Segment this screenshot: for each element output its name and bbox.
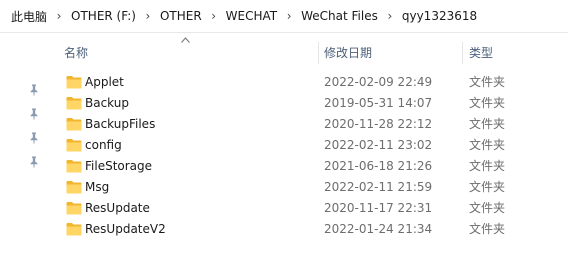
column-divider[interactable] (462, 42, 463, 64)
file-type: 文件夹 (469, 96, 506, 110)
pin-icon[interactable] (24, 128, 44, 148)
pin-icon[interactable] (24, 104, 44, 124)
folder-icon (66, 117, 82, 131)
file-date: 2021-06-18 21:26 (324, 159, 433, 173)
folder-icon (66, 222, 82, 236)
file-date: 2022-02-09 22:49 (324, 75, 433, 89)
file-date: 2020-11-17 22:31 (324, 201, 433, 215)
file-date: 2020-11-28 22:12 (324, 117, 433, 131)
breadcrumb: 此电脑 › OTHER (F:) › OTHER › WECHAT › WeCh… (0, 0, 568, 33)
folder-icon (66, 75, 82, 89)
file-type: 文件夹 (469, 75, 506, 89)
file-date: 2022-01-24 21:34 (324, 222, 433, 236)
folder-icon (66, 159, 82, 173)
pin-icon[interactable] (24, 152, 44, 172)
folder-icon (66, 180, 82, 194)
file-type: 文件夹 (469, 117, 506, 131)
breadcrumb-wechat[interactable]: WECHAT (226, 9, 277, 23)
column-divider[interactable] (318, 42, 319, 64)
file-name: BackupFiles (85, 117, 156, 131)
breadcrumb-current-folder[interactable]: qyy1323618 (402, 9, 477, 23)
file-type: 文件夹 (469, 159, 506, 173)
breadcrumb-wechat-files[interactable]: WeChat Files (301, 9, 378, 23)
file-type: 文件夹 (469, 201, 506, 215)
chevron-right-icon[interactable]: › (378, 9, 402, 23)
file-date: 2019-05-31 14:07 (324, 96, 433, 110)
column-header-date[interactable]: 修改日期 (324, 40, 372, 66)
table-row[interactable]: Msg 2022-02-11 21:59 文件夹 (56, 177, 566, 198)
chevron-right-icon[interactable]: › (136, 9, 160, 23)
chevron-right-icon[interactable]: › (277, 9, 301, 23)
column-header: 名称 修改日期 类型 (0, 40, 568, 66)
file-name: ResUpdateV2 (85, 222, 166, 236)
column-header-name[interactable]: 名称 (64, 40, 88, 66)
table-row[interactable]: ResUpdateV2 2022-01-24 21:34 文件夹 (56, 219, 566, 240)
table-row[interactable]: BackupFiles 2020-11-28 22:12 文件夹 (56, 114, 566, 135)
folder-icon (66, 96, 82, 110)
folder-icon (66, 138, 82, 152)
file-type: 文件夹 (469, 138, 506, 152)
folder-icon (66, 201, 82, 215)
file-name: Msg (85, 180, 110, 194)
table-row[interactable]: Backup 2019-05-31 14:07 文件夹 (56, 93, 566, 114)
file-name: Backup (85, 96, 129, 110)
chevron-right-icon[interactable]: › (47, 9, 71, 23)
table-row[interactable]: FileStorage 2021-06-18 21:26 文件夹 (56, 156, 566, 177)
file-name: config (85, 138, 122, 152)
file-type: 文件夹 (469, 222, 506, 236)
file-date: 2022-02-11 23:02 (324, 138, 433, 152)
breadcrumb-other[interactable]: OTHER (160, 9, 202, 23)
file-name: FileStorage (85, 159, 153, 173)
table-row[interactable]: ResUpdate 2020-11-17 22:31 文件夹 (56, 198, 566, 219)
file-type: 文件夹 (469, 180, 506, 194)
table-row[interactable]: Applet 2022-02-09 22:49 文件夹 (56, 72, 566, 93)
file-date: 2022-02-11 21:59 (324, 180, 433, 194)
file-name: ResUpdate (85, 201, 150, 215)
table-row[interactable]: config 2022-02-11 23:02 文件夹 (56, 135, 566, 156)
column-header-type[interactable]: 类型 (469, 40, 493, 66)
pin-icon[interactable] (24, 80, 44, 100)
breadcrumb-drive[interactable]: OTHER (F:) (71, 9, 136, 23)
breadcrumb-this-pc[interactable]: 此电脑 (11, 8, 47, 25)
file-name: Applet (85, 75, 124, 89)
chevron-right-icon[interactable]: › (202, 9, 226, 23)
